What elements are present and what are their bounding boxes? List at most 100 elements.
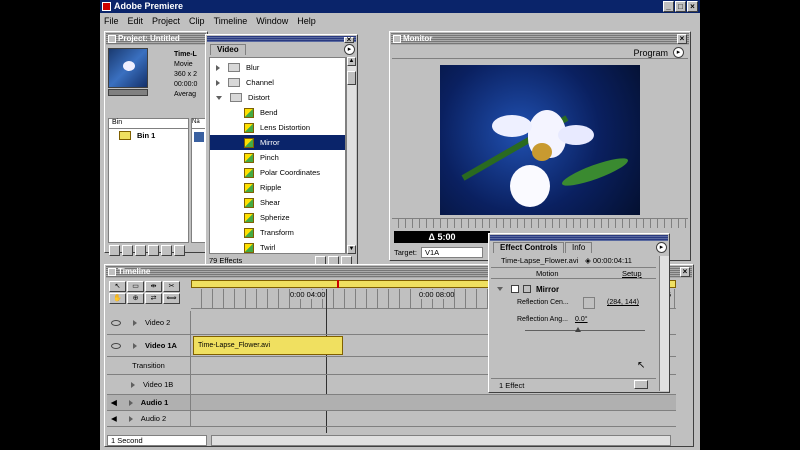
timeline-hscrollbar[interactable]: [211, 435, 671, 446]
timeline-toolbox: ↖ ▭ ⇹ ✂ ✋ ⊕ ⇄ ⟺: [107, 280, 189, 310]
enable-checkbox[interactable]: [511, 285, 519, 293]
monitor-header: Program ▸: [392, 47, 688, 59]
close-icon[interactable]: ×: [344, 36, 354, 44]
time-label-4s: 0:00 04:00: [290, 290, 326, 299]
scroll-down-icon[interactable]: ▼: [347, 245, 356, 254]
maximize-button[interactable]: □: [675, 1, 686, 12]
effect-lens-distortion[interactable]: Lens Distortion: [210, 120, 345, 135]
panel-menu-icon[interactable]: ▸: [656, 242, 667, 253]
close-icon[interactable]: ×: [677, 34, 687, 44]
motion-row: Motion Setup: [491, 267, 656, 279]
thumbnail-play-slider[interactable]: [108, 89, 148, 96]
hand-tool-icon[interactable]: ✋: [109, 293, 126, 304]
effect-folder-distort[interactable]: Distort: [210, 90, 345, 105]
monitor-menu-icon[interactable]: ▸: [673, 47, 684, 58]
effect-transform[interactable]: Transform: [210, 225, 345, 240]
eye-icon[interactable]: [111, 342, 121, 349]
mirror-effect-row: Mirror: [491, 281, 656, 297]
menu-project[interactable]: Project: [152, 16, 180, 26]
info-icon[interactable]: [161, 245, 172, 256]
bin-item[interactable]: Bin 1: [109, 129, 188, 140]
expand-icon[interactable]: [216, 79, 220, 86]
expand-icon[interactable]: [131, 381, 135, 388]
time-zoom-select[interactable]: 1 Second: [107, 435, 207, 446]
trash-icon[interactable]: [174, 245, 185, 256]
timecode-display[interactable]: Δ 5:00: [394, 231, 490, 243]
scroll-up-icon[interactable]: ▲: [347, 57, 356, 66]
trash-icon[interactable]: [634, 380, 648, 389]
palette-menu-icon[interactable]: ▸: [344, 44, 355, 55]
angle-slider[interactable]: [525, 330, 645, 331]
expand-icon[interactable]: [216, 64, 220, 71]
effect-controls-scrollbar[interactable]: [659, 256, 669, 391]
collapse-icon[interactable]: [497, 287, 503, 291]
in-out-tool-icon[interactable]: ⟺: [163, 293, 180, 304]
folder-icon[interactable]: [148, 245, 159, 256]
minimize-button[interactable]: _: [663, 1, 674, 12]
flower-petal: [492, 115, 532, 137]
target-select[interactable]: V1A: [420, 247, 483, 258]
effect-spherize[interactable]: Spherize: [210, 210, 345, 225]
list-view-icon[interactable]: [122, 245, 133, 256]
new-item-icon[interactable]: [135, 245, 146, 256]
effect-pinch[interactable]: Pinch: [210, 150, 345, 165]
setup-link[interactable]: Setup: [622, 269, 642, 278]
scroll-thumb[interactable]: [347, 71, 356, 85]
tab-effect-controls[interactable]: Effect Controls: [493, 242, 565, 253]
monitor-window: Monitor × Program ▸ Δ 5:00 Target: V1A: [389, 31, 691, 261]
flower-petal: [558, 125, 594, 145]
slide-tool-icon[interactable]: ⇄: [145, 293, 162, 304]
effect-bend[interactable]: Bend: [210, 105, 345, 120]
effect-folder-channel[interactable]: Channel: [210, 75, 345, 90]
clip-average: Averag: [174, 91, 197, 98]
selection-tool-icon[interactable]: ↖: [109, 281, 126, 292]
expand-icon[interactable]: [128, 399, 133, 406]
slider-thumb[interactable]: [575, 327, 581, 332]
menu-timeline[interactable]: Timeline: [214, 16, 248, 26]
reflection-center-value[interactable]: (284, 144): [607, 299, 639, 306]
reflection-angle-value[interactable]: 0.0°: [575, 316, 588, 323]
effect-mirror[interactable]: Mirror: [210, 135, 345, 150]
menu-clip[interactable]: Clip: [189, 16, 205, 26]
tab-info[interactable]: Info: [565, 242, 593, 253]
track-select-icon[interactable]: ▭: [127, 281, 144, 292]
effect-twirl[interactable]: Twirl: [210, 240, 345, 253]
expand-icon[interactable]: [133, 342, 137, 349]
collapse-icon[interactable]: [216, 95, 222, 100]
tab-video[interactable]: Video: [210, 44, 246, 55]
effect-folder-blur[interactable]: Blur: [210, 60, 345, 75]
menu-edit[interactable]: Edit: [128, 16, 144, 26]
clip-time-lapse-flower[interactable]: Time-Lapse_Flower.avi: [193, 336, 343, 355]
clip-icon[interactable]: [194, 132, 204, 142]
menu-help[interactable]: Help: [297, 16, 316, 26]
effects-scrollbar[interactable]: ▲ ▼: [346, 57, 356, 254]
close-icon[interactable]: ×: [680, 267, 690, 277]
expand-icon[interactable]: [128, 415, 133, 422]
menu-window[interactable]: Window: [256, 16, 288, 26]
video-effects-palette: × Video ▸ Blur Channel Distort Bend Lens…: [205, 34, 358, 269]
speaker-icon[interactable]: ◀: [111, 414, 117, 423]
speaker-icon[interactable]: ◀: [111, 398, 117, 407]
menu-file[interactable]: File: [104, 16, 119, 26]
effect-shear[interactable]: Shear: [210, 195, 345, 210]
zoom-tool-icon[interactable]: ⊕: [127, 293, 144, 304]
effect-icon: [244, 107, 254, 118]
effect-polar-coordinates[interactable]: Polar Coordinates: [210, 165, 345, 180]
track-audio-2: ◀ Audio 2: [107, 411, 676, 427]
program-label: Program: [633, 48, 668, 58]
close-button[interactable]: ×: [687, 1, 698, 12]
binoculars-icon[interactable]: [109, 245, 120, 256]
effect-icon: [244, 137, 254, 148]
razor-tool-icon[interactable]: ✂: [163, 281, 180, 292]
reflection-angle-label: Reflection Ang...: [517, 316, 568, 323]
effect-ripple[interactable]: Ripple: [210, 180, 345, 195]
clip-thumbnail[interactable]: [108, 48, 148, 88]
eye-icon[interactable]: [111, 319, 121, 326]
expand-icon[interactable]: [133, 319, 137, 326]
ripple-edit-icon[interactable]: ⇹: [145, 281, 162, 292]
crosshair-icon[interactable]: [583, 297, 595, 309]
project-toolbar: [108, 244, 186, 257]
monitor-ruler[interactable]: [392, 218, 688, 228]
keyframe-checkbox[interactable]: [523, 285, 531, 293]
clip-duration: 00:00:0: [174, 81, 198, 88]
